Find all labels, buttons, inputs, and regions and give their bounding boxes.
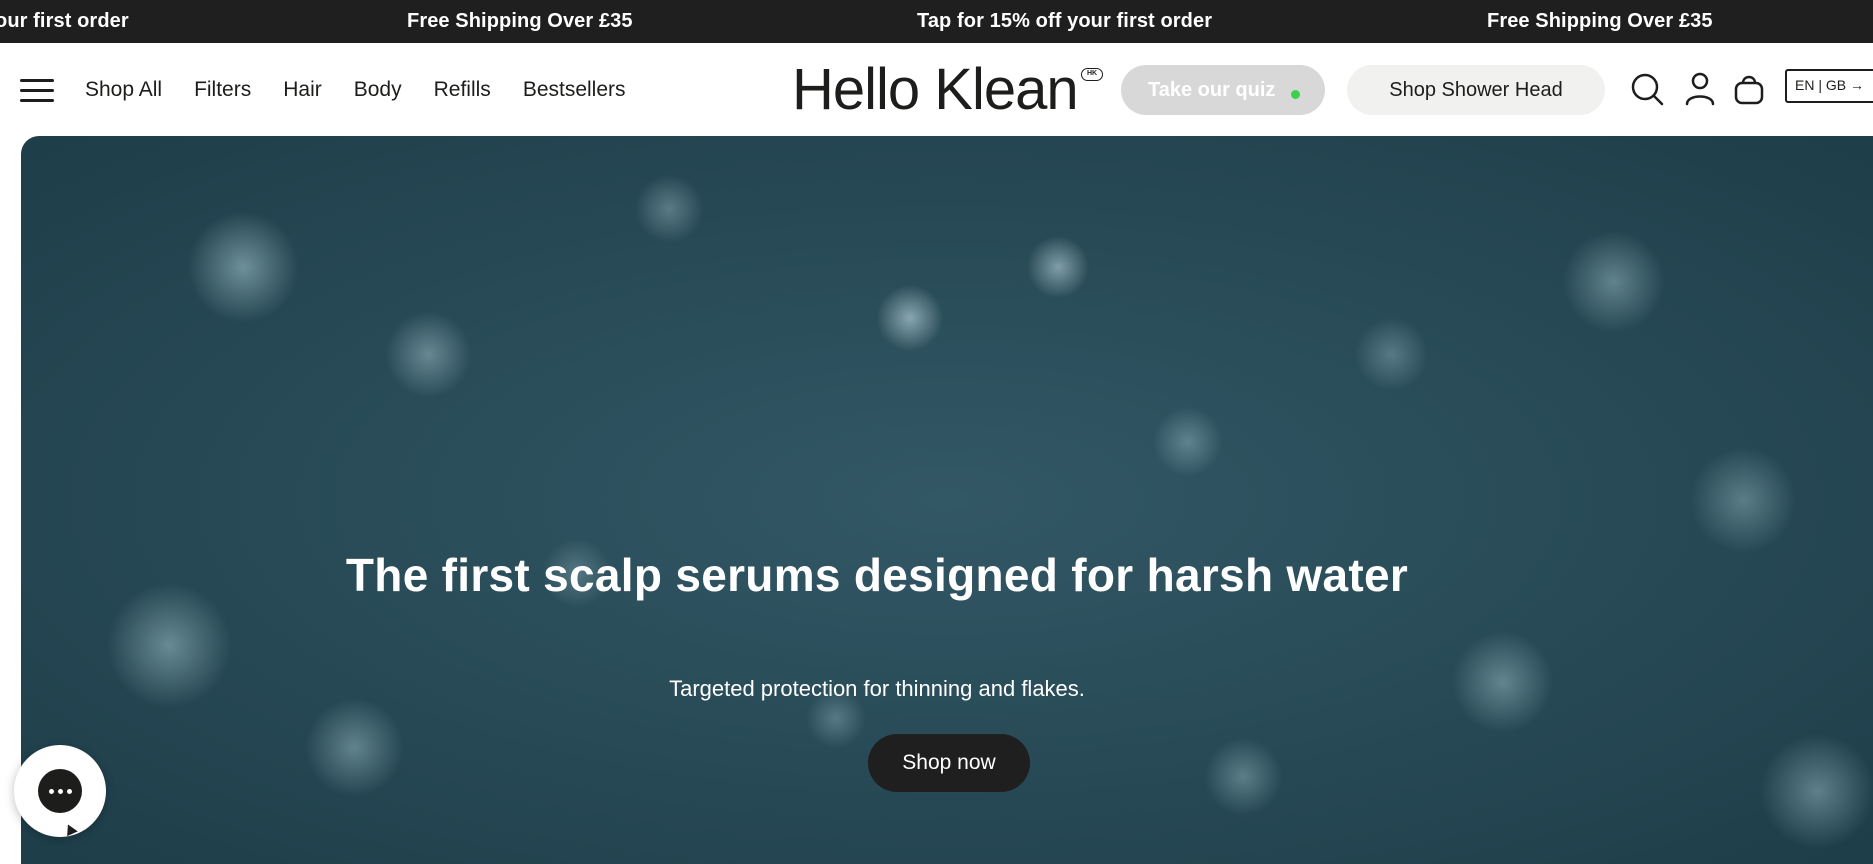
- hamburger-icon[interactable]: [20, 79, 54, 103]
- hero-banner: The first scalp serums designed for hars…: [21, 136, 1873, 864]
- nav-link-hair[interactable]: Hair: [283, 78, 322, 102]
- site-logo[interactable]: Hello Klean: [792, 57, 1079, 123]
- hero-subtitle: Targeted protection for thinning and fla…: [669, 676, 1085, 701]
- announcement-item[interactable]: Free Shipping Over £35: [407, 0, 633, 43]
- announcement-item[interactable]: Free Shipping Over £35: [1487, 0, 1713, 43]
- language-selector[interactable]: EN | GB →: [1785, 69, 1873, 103]
- chat-icon: [38, 769, 82, 840]
- announcement-item[interactable]: Tap for 15% off your first order: [917, 0, 1212, 43]
- user-icon[interactable]: [1680, 69, 1720, 109]
- shop-now-button[interactable]: Shop now: [868, 734, 1030, 792]
- logo-badge: HK: [1081, 68, 1103, 81]
- nav-link-filters[interactable]: Filters: [194, 78, 251, 102]
- site-header: Shop All Filters Hair Body Refills Bests…: [0, 43, 1873, 136]
- main-nav: Shop All Filters Hair Body Refills Bests…: [85, 43, 658, 136]
- nav-link-shop-all[interactable]: Shop All: [85, 78, 162, 102]
- shop-shower-head-button[interactable]: Shop Shower Head: [1347, 65, 1605, 115]
- search-icon[interactable]: [1627, 69, 1667, 109]
- nav-link-bestsellers[interactable]: Bestsellers: [523, 78, 626, 102]
- status-dot: [1291, 90, 1300, 99]
- announcement-item[interactable]: our first order: [0, 0, 129, 43]
- chat-button[interactable]: [14, 745, 106, 840]
- nav-link-body[interactable]: Body: [354, 78, 402, 102]
- take-quiz-label: Take our quiz: [1148, 79, 1276, 101]
- announcement-bar: our first order Free Shipping Over £35 T…: [0, 0, 1873, 43]
- bag-icon[interactable]: [1729, 69, 1769, 109]
- hero-title: The first scalp serums designed for hars…: [345, 549, 1409, 601]
- take-quiz-button[interactable]: Take our quiz: [1121, 65, 1325, 115]
- nav-link-refills[interactable]: Refills: [434, 78, 491, 102]
